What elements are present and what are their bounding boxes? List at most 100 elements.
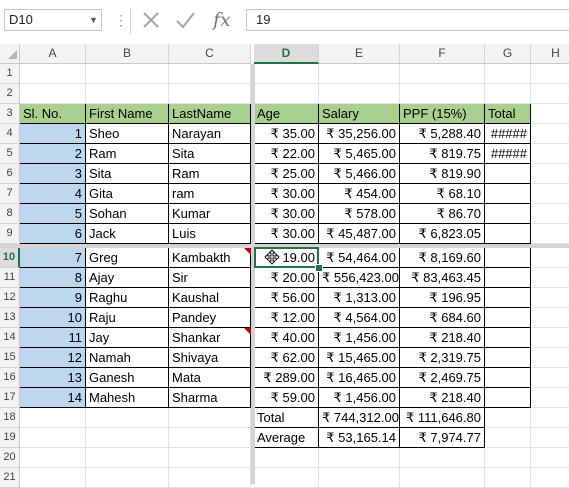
table-cell[interactable]: ₹ 83,463.45 (400, 268, 485, 288)
table-cell[interactable]: Jack (86, 224, 169, 244)
table-cell[interactable]: ₹ 578.00 (319, 204, 400, 224)
table-cell[interactable] (485, 184, 531, 204)
row-header-8[interactable]: 8 (0, 204, 20, 224)
serial-number-cell[interactable]: 5 (20, 204, 86, 224)
insert-function-icon[interactable]: fx (213, 7, 231, 33)
table-cell[interactable]: ₹ 30.00 (254, 184, 319, 204)
empty-cell[interactable] (169, 448, 251, 468)
table-cell[interactable]: ₹ 15,465.00 (319, 348, 400, 368)
empty-cell[interactable] (531, 184, 569, 204)
table-cell[interactable] (485, 388, 531, 408)
empty-cell[interactable] (531, 328, 569, 348)
table-cell[interactable]: Ajay (86, 268, 169, 288)
empty-cell[interactable] (531, 268, 569, 288)
table-cell[interactable]: ₹ 8,169.60 (400, 248, 485, 268)
empty-cell[interactable] (531, 84, 569, 104)
table-header-cell[interactable]: Total (485, 104, 531, 124)
empty-cell[interactable] (485, 64, 531, 84)
empty-cell[interactable] (169, 468, 251, 488)
table-header-cell[interactable]: LastName (169, 104, 251, 124)
table-cell[interactable]: ₹ 684.60 (400, 308, 485, 328)
table-cell[interactable]: Shankar (169, 328, 251, 348)
row-header-1[interactable]: 1 (0, 64, 20, 84)
row-header-13[interactable]: 13 (0, 308, 20, 328)
enter-check-icon[interactable] (174, 9, 196, 31)
serial-number-cell[interactable]: 8 (20, 268, 86, 288)
table-cell[interactable]: ₹ 454.00 (319, 184, 400, 204)
table-cell[interactable]: ₹ 59.00 (254, 388, 319, 408)
table-cell[interactable]: ₹ 1,313.00 (319, 288, 400, 308)
table-cell[interactable]: Shivaya (169, 348, 251, 368)
empty-cell[interactable] (319, 448, 400, 468)
row-header-16[interactable]: 16 (0, 368, 20, 388)
empty-cell[interactable] (20, 84, 86, 104)
table-cell[interactable]: Sita (86, 164, 169, 184)
empty-cell[interactable] (400, 84, 485, 104)
table-cell[interactable]: ₹ 54,464.00 (319, 248, 400, 268)
empty-cell[interactable] (531, 224, 569, 244)
table-cell[interactable]: ₹ 62.00 (254, 348, 319, 368)
empty-cell[interactable] (531, 144, 569, 164)
empty-cell[interactable] (319, 84, 400, 104)
table-cell[interactable]: Raghu (86, 288, 169, 308)
serial-number-cell[interactable]: 13 (20, 368, 86, 388)
table-cell[interactable]: Namah (86, 348, 169, 368)
empty-cell[interactable] (400, 448, 485, 468)
table-cell[interactable]: ₹ 40.00 (254, 328, 319, 348)
summary-label-cell[interactable]: Total (254, 408, 319, 428)
empty-cell[interactable] (485, 428, 531, 448)
table-cell[interactable] (485, 348, 531, 368)
summary-label-cell[interactable]: Average (254, 428, 319, 448)
table-cell[interactable] (485, 224, 531, 244)
table-cell[interactable]: Kaushal (169, 288, 251, 308)
column-header-h[interactable]: H (531, 44, 569, 64)
row-header-9[interactable]: 9 (0, 224, 20, 244)
empty-cell[interactable] (86, 408, 169, 428)
empty-cell[interactable] (531, 368, 569, 388)
table-cell[interactable]: Kumar (169, 204, 251, 224)
table-cell[interactable] (485, 368, 531, 388)
table-header-cell[interactable]: First Name (86, 104, 169, 124)
empty-cell[interactable] (531, 428, 569, 448)
summary-salary-cell[interactable]: ₹ 53,165.14 (319, 428, 400, 448)
column-header-f[interactable]: F (400, 44, 485, 64)
empty-cell[interactable] (531, 164, 569, 184)
row-header-12[interactable]: 12 (0, 288, 20, 308)
empty-cell[interactable] (485, 448, 531, 468)
column-header-d[interactable]: D (254, 44, 319, 64)
empty-cell[interactable] (20, 468, 86, 488)
table-cell[interactable]: ₹ 819.90 (400, 164, 485, 184)
table-cell[interactable]: ₹ 20.00 (254, 268, 319, 288)
empty-cell[interactable] (485, 408, 531, 428)
row-header-10[interactable]: 10 (0, 248, 20, 268)
row-header-5[interactable]: 5 (0, 144, 20, 164)
empty-cell[interactable] (169, 64, 251, 84)
serial-number-cell[interactable]: 6 (20, 224, 86, 244)
table-cell[interactable]: ₹ 5,465.00 (319, 144, 400, 164)
serial-number-cell[interactable]: 1 (20, 124, 86, 144)
serial-number-cell[interactable]: 11 (20, 328, 86, 348)
table-cell[interactable]: ##### (485, 124, 531, 144)
column-header-c[interactable]: C (169, 44, 251, 64)
table-cell[interactable]: ₹ 218.40 (400, 388, 485, 408)
table-cell[interactable]: ₹ 6,823.05 (400, 224, 485, 244)
table-cell[interactable]: Sohan (86, 204, 169, 224)
row-header-7[interactable]: 7 (0, 184, 20, 204)
table-cell[interactable]: Jay (86, 328, 169, 348)
row-header-6[interactable]: 6 (0, 164, 20, 184)
table-cell[interactable]: ₹ 35,256.00 (319, 124, 400, 144)
table-cell[interactable]: Ram (169, 164, 251, 184)
empty-cell[interactable] (20, 448, 86, 468)
table-cell[interactable]: Narayan (169, 124, 251, 144)
summary-ppf-cell[interactable]: ₹ 111,646.80 (400, 408, 485, 428)
empty-cell[interactable] (169, 428, 251, 448)
empty-cell[interactable] (254, 84, 319, 104)
table-cell[interactable]: ₹ 556,423.00 (319, 268, 400, 288)
column-header-e[interactable]: E (319, 44, 400, 64)
empty-cell[interactable] (400, 64, 485, 84)
column-header-a[interactable]: A (20, 44, 86, 64)
empty-cell[interactable] (254, 448, 319, 468)
empty-cell[interactable] (20, 428, 86, 448)
row-header-4[interactable]: 4 (0, 124, 20, 144)
column-header-g[interactable]: G (485, 44, 531, 64)
